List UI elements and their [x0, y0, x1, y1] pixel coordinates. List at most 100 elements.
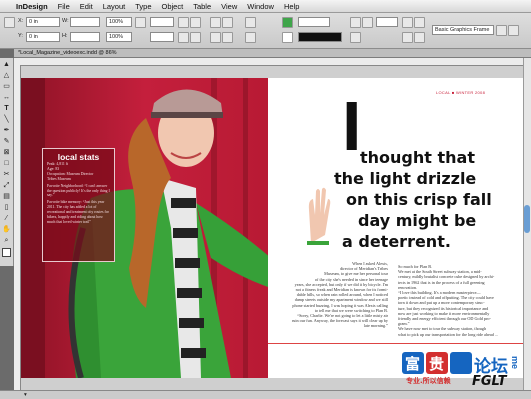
drop-shadow-icon[interactable] — [362, 17, 373, 28]
pull-line-1: thought that — [360, 148, 475, 167]
menu-bar: InDesign File Edit Layout Type Object Ta… — [0, 0, 531, 13]
gap-tool-icon[interactable]: ↔ — [2, 93, 11, 102]
sidebar-line-6: Favorite bike memory: “Just this year 20… — [47, 200, 109, 224]
note-tool-icon[interactable]: ▯ — [2, 203, 11, 212]
rectangle-tool-icon[interactable]: □ — [2, 159, 11, 168]
frame-edge-guide — [268, 343, 523, 344]
watermark-tag: me — [510, 356, 520, 370]
type-tool-icon[interactable]: T — [2, 104, 11, 113]
pull-line-3: on this crisp fall — [346, 190, 492, 209]
scale-x-field[interactable]: 100% — [106, 17, 132, 27]
zoom-tool-icon[interactable]: ⌕ — [2, 236, 11, 245]
fit-frame-icon[interactable] — [414, 17, 425, 28]
document-tab-title: *Local_Magazine_videoexc.indd @ 86% — [18, 50, 117, 56]
article-column-2[interactable]: So much for Plan B. We met at the South … — [398, 264, 518, 337]
opacity-field[interactable] — [376, 17, 398, 27]
menu-file[interactable]: File — [53, 2, 75, 11]
scale-y-field[interactable]: 100% — [106, 32, 132, 42]
raised-hand-image — [307, 187, 331, 245]
select-content-icon[interactable] — [222, 17, 233, 28]
watermark-text-2: FGLT — [472, 374, 507, 389]
tools-panel: ▲ △ ▭ ↔ T ╲ ✒ ✎ ⊠ □ ✂ ⤢ ▤ ▯ ⁄ ✋ ⌕ — [0, 58, 14, 266]
fill-proportionally-icon[interactable] — [414, 32, 425, 43]
menu-app-indesign[interactable]: InDesign — [11, 2, 53, 11]
running-head: LOCAL ■ WINTER 2008 — [436, 90, 486, 95]
object-style-select[interactable]: Basic Graphics Frame — [432, 25, 494, 35]
col1-line: late morning.” — [363, 323, 388, 329]
line-tool-icon[interactable]: ╲ — [2, 115, 11, 124]
select-container-icon[interactable] — [210, 17, 221, 28]
fill-stroke-swatch-icon[interactable] — [2, 248, 11, 257]
flip-vertical-icon[interactable] — [190, 32, 201, 43]
x-label: X: — [18, 18, 24, 24]
x-field[interactable]: 0 in — [26, 17, 60, 27]
direct-selection-tool-icon[interactable]: △ — [2, 71, 11, 80]
w-label: W: — [62, 18, 69, 24]
center-content-icon[interactable] — [402, 32, 413, 43]
fill-swatch-icon[interactable] — [245, 17, 256, 28]
vertical-scrollbar-thumb[interactable] — [524, 205, 530, 233]
gradient-tool-icon[interactable]: ▤ — [2, 192, 11, 201]
rotate-field[interactable] — [150, 17, 174, 27]
document-tab[interactable]: *Local_Magazine_videoexc.indd @ 86% — [14, 49, 531, 58]
menu-type[interactable]: Type — [130, 2, 156, 11]
vertical-ruler[interactable] — [14, 65, 21, 390]
fit-content-icon[interactable] — [402, 17, 413, 28]
rotate-ccw-icon[interactable] — [190, 17, 201, 28]
page-tool-icon[interactable]: ▭ — [2, 82, 11, 91]
stroke-color-icon[interactable] — [282, 32, 293, 43]
col2-line: what to pick up our transportation for t… — [398, 331, 499, 337]
selection-tool-icon[interactable]: ▲ — [2, 60, 11, 69]
sidebar-line-4: Tribes Museum — [47, 176, 71, 181]
forum-watermark-logo: 富 贵 论坛 me 专业.所以信赖 FGLT — [402, 352, 527, 396]
flip-horizontal-icon[interactable] — [178, 32, 189, 43]
rectangle-frame-tool-icon[interactable]: ⊠ — [2, 148, 11, 157]
pull-line-4: day might be — [358, 211, 477, 230]
control-panel: X: 0 in Y: 0 in W: H: 100% 100% Basic Gr… — [0, 13, 531, 49]
panel-menu-icon[interactable] — [496, 25, 507, 36]
select-previous-icon[interactable] — [210, 32, 221, 43]
menu-table[interactable]: Table — [188, 2, 216, 11]
y-label: Y: — [18, 33, 23, 39]
workspace-icon[interactable] — [508, 25, 519, 36]
sidebar-line-5: Favorite Neighborhood: “I can't answer t… — [47, 183, 110, 198]
pull-line-2: the light drizzle — [334, 169, 477, 188]
scissors-tool-icon[interactable]: ✂ — [2, 170, 11, 179]
constrain-proportions-icon[interactable] — [135, 17, 146, 28]
text-wrap-icon[interactable] — [350, 17, 361, 28]
stroke-swatch-icon[interactable] — [245, 32, 256, 43]
h-label: H: — [62, 33, 68, 39]
y-field[interactable]: 0 in — [26, 32, 60, 42]
pen-tool-icon[interactable]: ✒ — [2, 126, 11, 135]
w-field[interactable] — [70, 17, 100, 27]
stroke-weight-field[interactable] — [298, 17, 330, 27]
h-field[interactable] — [70, 32, 100, 42]
page-number-field[interactable]: ▾ — [0, 392, 27, 398]
stroke-type-select[interactable] — [298, 32, 342, 42]
select-next-icon[interactable] — [222, 32, 233, 43]
local-stats-sidebar[interactable]: local stats Peak: 4,811 ft Age: 83 Occup… — [42, 148, 115, 262]
sidebar-title: local stats — [57, 152, 100, 162]
menu-window[interactable]: Window — [242, 2, 279, 11]
eyedropper-tool-icon[interactable]: ⁄ — [2, 214, 11, 223]
hand-tool-icon[interactable]: ✋ — [2, 225, 11, 234]
shear-field[interactable] — [150, 32, 174, 42]
menu-layout[interactable]: Layout — [98, 2, 131, 11]
pull-line-5: a deterrent. — [342, 232, 451, 251]
rotate-cw-icon[interactable] — [178, 17, 189, 28]
menu-object[interactable]: Object — [157, 2, 189, 11]
watermark-slogan: 专业.所以信赖 — [406, 377, 451, 385]
svg-text:贵: 贵 — [429, 355, 444, 373]
menu-view[interactable]: View — [216, 2, 242, 11]
free-transform-tool-icon[interactable]: ⤢ — [2, 181, 11, 190]
drop-cap: I — [342, 87, 362, 165]
menu-help[interactable]: Help — [279, 2, 304, 11]
menu-edit[interactable]: Edit — [75, 2, 98, 11]
fill-color-icon[interactable] — [282, 17, 293, 28]
horizontal-ruler[interactable] — [14, 58, 523, 66]
pencil-tool-icon[interactable]: ✎ — [2, 137, 11, 146]
reference-point-icon[interactable] — [4, 17, 15, 28]
opacity-icon[interactable] — [350, 32, 361, 43]
article-column-1[interactable]: When I asked Alexis, director of Meridia… — [270, 261, 388, 329]
svg-text:富: 富 — [405, 355, 420, 373]
